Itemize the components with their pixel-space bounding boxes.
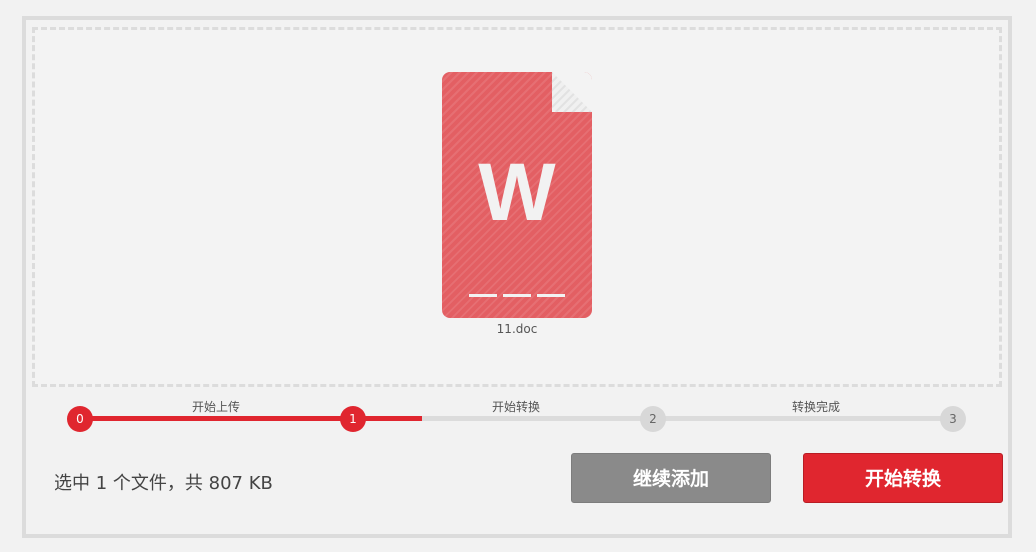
selection-summary: 选中 1 个文件，共 807 KB — [54, 473, 273, 494]
continue-add-button[interactable]: 继续添加 — [571, 453, 771, 503]
step-dot-3: 3 — [940, 406, 966, 432]
step-label-complete: 转换完成 — [791, 400, 840, 414]
step-dot-1: 1 — [340, 406, 366, 432]
file-type-letter: W — [478, 147, 556, 238]
progress-fill — [80, 416, 422, 421]
file-name: 11.doc — [496, 322, 538, 336]
step-dot-0: 0 — [67, 406, 93, 432]
step-label-upload: 开始上传 — [191, 400, 240, 414]
step-dot-2: 2 — [640, 406, 666, 432]
step-label-convert: 开始转换 — [491, 400, 540, 414]
start-convert-button[interactable]: 开始转换 — [803, 453, 1003, 503]
file-lines-decoration — [469, 294, 565, 297]
word-document-icon[interactable]: W — [442, 72, 592, 318]
folded-corner — [552, 72, 592, 112]
